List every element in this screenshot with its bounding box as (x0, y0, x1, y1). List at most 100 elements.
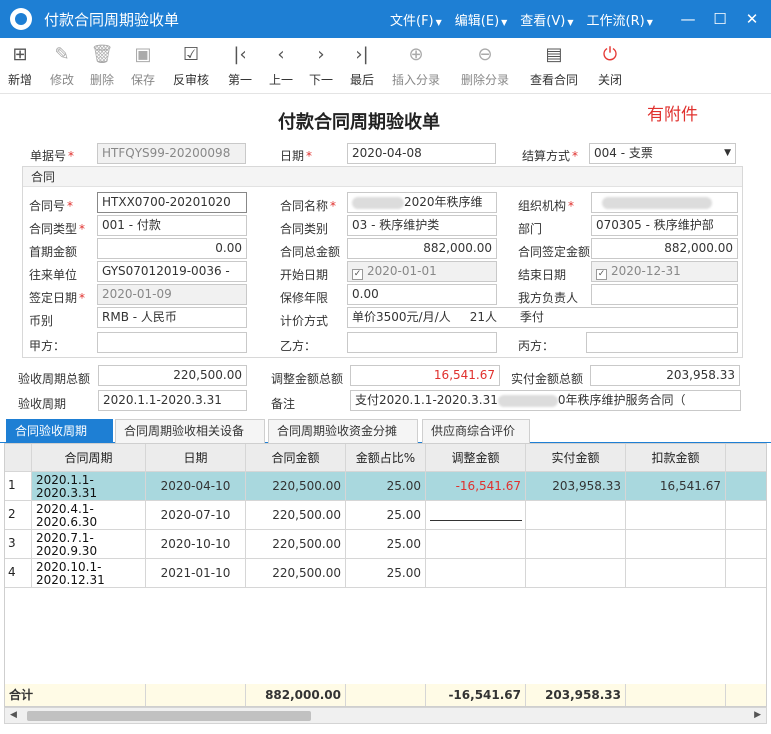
remark-field[interactable]: 支付2020.1.1-2020.3.31 0年秩序维护服务合同（ (350, 390, 741, 411)
tab-supplier-evaluation[interactable]: 供应商综合评价 (422, 419, 530, 443)
grid-header-period[interactable]: 合同周期 (32, 444, 146, 472)
grid-header-amount[interactable]: 合同金额 (246, 444, 346, 472)
close-button[interactable]: ⏻ 关闭 (598, 44, 622, 88)
table-cell-period[interactable]: 2020.10.1- 2020.12.31 (32, 559, 146, 588)
menu-edit[interactable]: 编辑(E) ▼ (455, 10, 508, 29)
table-cell-amount[interactable]: 220,500.00 (246, 472, 346, 501)
party-c-field[interactable] (586, 332, 738, 353)
partner-field[interactable]: GYS07012019-0036 - (97, 261, 247, 282)
tab-acceptance-period[interactable]: 合同验收周期 (6, 419, 113, 443)
table-cell-adjust[interactable]: -16,541.67 (426, 472, 526, 501)
adjust-total-field[interactable]: 16,541.67 (350, 365, 500, 386)
table-cell-adjust[interactable] (426, 559, 526, 588)
grid-header-ratio[interactable]: 金额占比% (346, 444, 426, 472)
contract-type-field[interactable]: 001 - 付款 (97, 215, 247, 236)
table-cell-period[interactable]: 2020.1.1- 2020.3.31 (32, 472, 146, 501)
new-button[interactable]: ⊞ 新增 (8, 44, 32, 88)
table-cell-adjust[interactable] (426, 530, 526, 559)
edit-button[interactable]: ✎ 修改 (50, 44, 74, 88)
menu-workflow[interactable]: 工作流(R) ▼ (587, 10, 653, 29)
table-cell-actual[interactable]: 203,958.33 (526, 472, 626, 501)
org-field[interactable] (591, 192, 738, 213)
currency-field[interactable]: RMB - 人民币 (97, 307, 247, 328)
table-row-number[interactable]: 3 (5, 530, 32, 559)
checkbox-icon[interactable]: ✓ (596, 269, 607, 280)
end-date-field[interactable]: ✓ 2020-12-31 (591, 261, 738, 282)
table-cell-adjust-editing[interactable] (426, 501, 526, 530)
total-amount-field[interactable]: 882,000.00 (347, 238, 497, 259)
pricing-field[interactable]: 单价3500元/月/人 21人 季付 (347, 307, 738, 328)
table-row-number[interactable]: 2 (5, 501, 32, 530)
grid-header-actual[interactable]: 实付金额 (526, 444, 626, 472)
delete-button[interactable]: 🗑 删除 (90, 44, 114, 88)
last-button[interactable]: ›| 最后 (350, 44, 374, 88)
table-cell-amount[interactable]: 220,500.00 (246, 501, 346, 530)
first-amount-field[interactable]: 0.00 (97, 238, 247, 259)
close-window-button[interactable]: ✕ (739, 6, 765, 32)
save-button[interactable]: ▣ 保存 (131, 44, 155, 88)
contract-name-field[interactable]: 2020年秩序维 (347, 192, 497, 213)
contract-name-label: 合同名称 * (280, 199, 337, 213)
table-cell-date[interactable]: 2021-01-10 (146, 559, 246, 588)
checkbox-icon[interactable]: ✓ (352, 269, 363, 280)
grid-header-adjust[interactable]: 调整金额 (426, 444, 526, 472)
fixed-amount-field[interactable]: 882,000.00 (591, 238, 738, 259)
menu-view[interactable]: 查看(V) ▼ (520, 10, 573, 29)
warranty-field[interactable]: 0.00 (347, 284, 497, 305)
scroll-left-icon[interactable]: ◀ (10, 708, 17, 723)
insert-entry-button[interactable]: ⊕ 插入分录 (392, 44, 440, 88)
table-cell-ratio[interactable]: 25.00 (346, 501, 426, 530)
maximize-button[interactable]: ☐ (707, 6, 733, 32)
table-cell-ratio[interactable]: 25.00 (346, 472, 426, 501)
table-row-number[interactable]: 1 (5, 472, 32, 501)
prev-button[interactable]: ‹ 上一 (269, 44, 293, 88)
contract-category-field[interactable]: 03 - 秩序维护类 (347, 215, 497, 236)
table-cell-period[interactable]: 2020.7.1- 2020.9.30 (32, 530, 146, 559)
tab-related-equipment[interactable]: 合同周期验收相关设备 (115, 419, 265, 443)
table-cell-actual[interactable] (526, 530, 626, 559)
table-cell-deduct[interactable] (626, 501, 726, 530)
table-row-number[interactable]: 4 (5, 559, 32, 588)
table-cell-amount[interactable]: 220,500.00 (246, 559, 346, 588)
tab-fund-allocation[interactable]: 合同周期验收资金分摊 (268, 419, 418, 443)
grid-header-deduct[interactable]: 扣款金额 (626, 444, 726, 472)
table-cell-ratio[interactable]: 25.00 (346, 559, 426, 588)
table-cell-actual[interactable] (526, 559, 626, 588)
actual-total-field[interactable]: 203,958.33 (590, 365, 740, 386)
table-cell-date[interactable]: 2020-07-10 (146, 501, 246, 530)
date-label: 日期 * (280, 149, 313, 163)
settle-select[interactable]: 004 - 支票 ▼ (589, 143, 736, 164)
date-field[interactable]: 2020-04-08 (347, 143, 496, 164)
total-cell-adjust: -16,541.67 (426, 684, 526, 706)
grid-header-date[interactable]: 日期 (146, 444, 246, 472)
table-cell-deduct[interactable]: 16,541.67 (626, 472, 726, 501)
party-a-field[interactable] (97, 332, 247, 353)
sign-date-field[interactable]: 2020-01-09 (97, 284, 247, 305)
next-button[interactable]: › 下一 (309, 44, 333, 88)
period-field[interactable]: 2020.1.1-2020.3.31 (98, 390, 247, 411)
dept-field[interactable]: 070305 - 秩序维护部 (591, 215, 738, 236)
start-date-field[interactable]: ✓ 2020-01-01 (347, 261, 497, 282)
owner-field[interactable] (591, 284, 738, 305)
table-cell-date[interactable]: 2020-10-10 (146, 530, 246, 559)
minimize-button[interactable]: — (675, 6, 701, 32)
table-cell-ratio[interactable]: 25.00 (346, 530, 426, 559)
horizontal-scrollbar[interactable]: ◀ ▶ (4, 707, 767, 724)
table-cell-period[interactable]: 2020.4.1- 2020.6.30 (32, 501, 146, 530)
scrollbar-thumb[interactable] (27, 711, 311, 721)
table-cell-deduct[interactable] (626, 559, 726, 588)
view-contract-button[interactable]: ▤ 查看合同 (530, 44, 578, 88)
first-button[interactable]: |‹ 第一 (228, 44, 252, 88)
table-cell-deduct[interactable] (626, 530, 726, 559)
contract-no-field[interactable]: HTXX0700-20201020 (97, 192, 247, 213)
period-total-field[interactable]: 220,500.00 (98, 365, 247, 386)
table-cell-date[interactable]: 2020-04-10 (146, 472, 246, 501)
delete-entry-button[interactable]: ⊖ 删除分录 (461, 44, 509, 88)
party-b-field[interactable] (347, 332, 497, 353)
scroll-right-icon[interactable]: ▶ (754, 708, 761, 723)
table-cell-amount[interactable]: 220,500.00 (246, 530, 346, 559)
table-cell-actual[interactable] (526, 501, 626, 530)
bill-no-field[interactable]: HTFQYS99-20200098 (97, 143, 246, 164)
menu-file[interactable]: 文件(F) ▼ (390, 10, 442, 29)
unaudit-button[interactable]: ☑ 反审核 (173, 44, 209, 88)
